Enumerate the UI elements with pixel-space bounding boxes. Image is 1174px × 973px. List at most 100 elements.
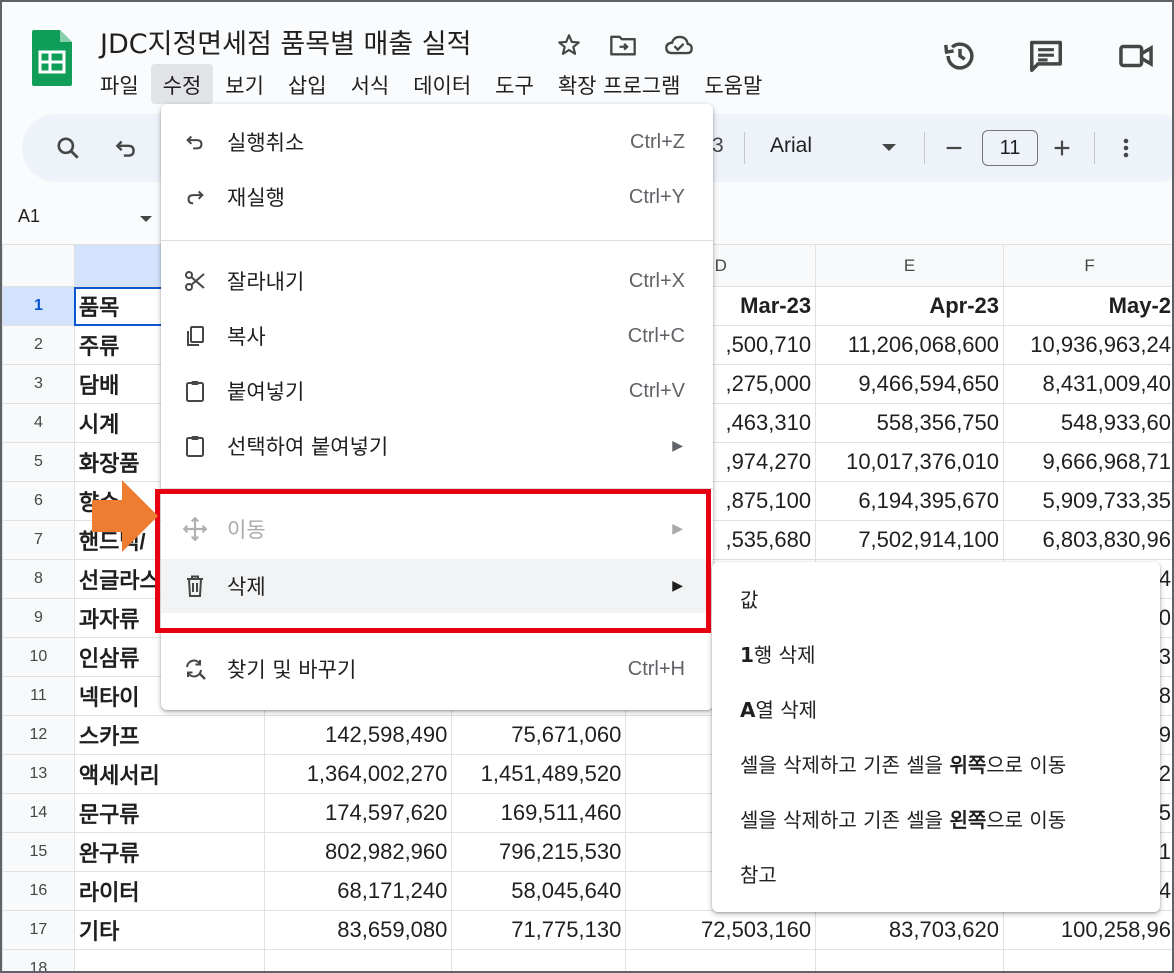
cell-category[interactable]: 문구류: [73, 793, 265, 833]
submenu-item-delete-column[interactable]: A열 삭제: [712, 680, 1160, 736]
row-header[interactable]: 2: [2, 325, 75, 365]
cell[interactable]: [815, 949, 1005, 971]
cell[interactable]: 11,206,068,600: [815, 325, 1005, 365]
cell-f1[interactable]: May-2: [1003, 286, 1172, 326]
cell-category[interactable]: 액세서리: [73, 754, 265, 794]
menu-insert[interactable]: 삽입: [276, 64, 339, 104]
menu-item-redo[interactable]: 재실행 Ctrl+Y: [161, 170, 713, 224]
document-title[interactable]: JDC지정면세점 품목별 매출 실적: [100, 22, 471, 61]
menu-view[interactable]: 보기: [213, 64, 276, 104]
row-header[interactable]: 12: [2, 715, 75, 755]
cell[interactable]: 174,597,620: [263, 793, 453, 833]
submenu-item-delete-values[interactable]: 값: [712, 570, 1160, 626]
name-box[interactable]: A1: [18, 206, 40, 227]
menu-tools[interactable]: 도구: [483, 64, 546, 104]
cell[interactable]: 1,451,489,520: [451, 754, 627, 794]
cell-category[interactable]: 라이터: [73, 871, 265, 911]
row-header[interactable]: 9: [2, 598, 75, 638]
cell[interactable]: 72,503,160: [625, 910, 817, 950]
row-header[interactable]: 18: [2, 949, 75, 971]
cell[interactable]: [263, 949, 453, 971]
submenu-item-shift-up[interactable]: 셀을 삭제하고 기존 셀을 위쪽으로 이동: [712, 735, 1160, 791]
cell[interactable]: 10,936,963,24: [1003, 325, 1172, 365]
menu-file[interactable]: 파일: [88, 64, 151, 104]
row-header[interactable]: 13: [2, 754, 75, 794]
name-box-dropdown-icon[interactable]: [140, 216, 152, 222]
cell[interactable]: 71,775,130: [451, 910, 627, 950]
cell[interactable]: 5,909,733,35: [1003, 481, 1172, 521]
cell-e1[interactable]: Apr-23: [815, 286, 1005, 326]
more-options-icon[interactable]: [1110, 132, 1142, 164]
menu-help[interactable]: 도움말: [692, 64, 774, 104]
cell[interactable]: 802,982,960: [263, 832, 453, 872]
cell-category[interactable]: 스카프: [73, 715, 265, 755]
row-header[interactable]: 5: [2, 442, 75, 482]
search-menus-icon[interactable]: [52, 132, 84, 164]
cell[interactable]: [1003, 949, 1172, 971]
cell[interactable]: 9,466,594,650: [815, 364, 1005, 404]
menu-format[interactable]: 서식: [339, 64, 402, 104]
font-size-input[interactable]: 11: [982, 130, 1038, 166]
submenu-item-delete-row[interactable]: 1행 삭제: [712, 625, 1160, 681]
cell[interactable]: 558,356,750: [815, 403, 1005, 443]
submenu-item-shift-left[interactable]: 셀을 삭제하고 기존 셀을 왼쪽으로 이동: [712, 790, 1160, 846]
font-family-select[interactable]: Arial: [770, 134, 812, 158]
move-folder-icon[interactable]: [608, 30, 638, 60]
row-header[interactable]: 3: [2, 364, 75, 404]
row-header[interactable]: 7: [2, 520, 75, 560]
row-header[interactable]: 15: [2, 832, 75, 872]
sheets-logo-icon[interactable]: [30, 28, 74, 88]
select-all-corner[interactable]: [2, 244, 75, 287]
menu-data[interactable]: 데이터: [401, 64, 483, 104]
column-header-e[interactable]: E: [815, 244, 1005, 287]
menu-item-paste[interactable]: 붙여넣기 Ctrl+V: [161, 364, 713, 418]
menu-item-find-replace[interactable]: 찾기 및 바꾸기 Ctrl+H: [161, 642, 713, 696]
cell[interactable]: 7,502,914,100: [815, 520, 1005, 560]
decrease-font-size-icon[interactable]: [938, 132, 970, 164]
increase-font-size-icon[interactable]: [1046, 132, 1078, 164]
row-header[interactable]: 6: [2, 481, 75, 521]
menu-item-cut[interactable]: 잘라내기 Ctrl+X: [161, 254, 713, 308]
cell-category[interactable]: 완구류: [73, 832, 265, 872]
row-header[interactable]: 4: [2, 403, 75, 443]
menu-item-undo[interactable]: 실행취소 Ctrl+Z: [161, 115, 713, 169]
row-header[interactable]: 17: [2, 910, 75, 950]
cell[interactable]: 142,598,490: [263, 715, 453, 755]
comments-icon[interactable]: [1024, 34, 1068, 78]
cell[interactable]: 83,659,080: [263, 910, 453, 950]
submenu-item-notes[interactable]: 참고: [712, 845, 1160, 901]
meet-video-icon[interactable]: [1114, 34, 1158, 78]
menu-item-paste-special[interactable]: 선택하여 붙여넣기 ▶: [161, 419, 713, 473]
cell[interactable]: 548,933,60: [1003, 403, 1172, 443]
row-header[interactable]: 8: [2, 559, 75, 599]
cell[interactable]: 68,171,240: [263, 871, 453, 911]
row-header[interactable]: 11: [2, 676, 75, 716]
star-icon[interactable]: [554, 30, 584, 60]
cell[interactable]: 6,803,830,96: [1003, 520, 1172, 560]
cell[interactable]: 83,703,620: [815, 910, 1005, 950]
row-header[interactable]: 14: [2, 793, 75, 833]
cell[interactable]: 1,364,002,270: [263, 754, 453, 794]
undo-icon[interactable]: [110, 132, 142, 164]
menu-edit[interactable]: 수정: [150, 64, 214, 104]
font-dropdown-arrow-icon[interactable]: [882, 144, 896, 151]
row-header[interactable]: 10: [2, 637, 75, 677]
cell[interactable]: 58,045,640: [451, 871, 627, 911]
cell[interactable]: [451, 949, 627, 971]
cell-category[interactable]: [73, 949, 265, 971]
cell[interactable]: 6,194,395,670: [815, 481, 1005, 521]
cell[interactable]: 100,258,96: [1003, 910, 1172, 950]
column-header-f[interactable]: F: [1003, 244, 1172, 287]
row-header[interactable]: 1: [2, 286, 75, 326]
cell[interactable]: 9,666,968,71: [1003, 442, 1172, 482]
cloud-saved-icon[interactable]: [664, 30, 694, 60]
menu-extensions[interactable]: 확장 프로그램: [546, 64, 693, 104]
cell-category[interactable]: 기타: [73, 910, 265, 950]
cell[interactable]: 75,671,060: [451, 715, 627, 755]
cell[interactable]: 796,215,530: [451, 832, 627, 872]
cell[interactable]: 169,511,460: [451, 793, 627, 833]
cell[interactable]: 10,017,376,010: [815, 442, 1005, 482]
menu-item-copy[interactable]: 복사 Ctrl+C: [161, 309, 713, 363]
row-header[interactable]: 16: [2, 871, 75, 911]
version-history-icon[interactable]: [938, 34, 982, 78]
